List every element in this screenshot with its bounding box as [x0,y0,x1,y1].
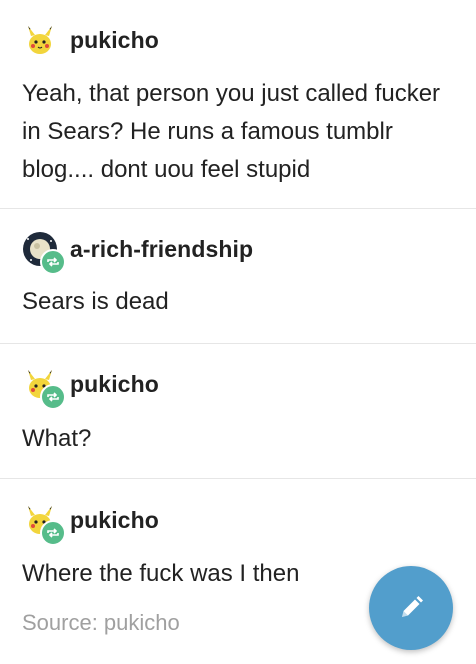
pencil-icon [402,596,423,617]
post-header: pukicho [22,502,159,546]
reblog-icon [40,384,66,410]
source-link[interactable]: Source: pukicho [22,610,180,636]
post-header: pukicho [22,366,159,410]
compose-button[interactable] [369,566,453,650]
divider [0,208,476,209]
pikachu-avatar-icon[interactable] [22,366,66,410]
post-header: pukicho [22,22,159,58]
pikachu-avatar-icon[interactable] [22,502,66,546]
username[interactable]: pukicho [70,27,159,54]
username[interactable]: pukicho [70,507,159,534]
pikachu-avatar-icon[interactable] [22,22,58,58]
divider [0,343,476,344]
post-header: a-rich-friendship [22,231,253,275]
post-text: What? [22,425,92,452]
post-text: Yeah, that person you just called fucker… [22,80,441,183]
reblog-icon [40,249,66,275]
planet-avatar-icon[interactable] [22,231,66,275]
post-text: Sears is dead [22,288,169,315]
divider [0,478,476,479]
username[interactable]: a-rich-friendship [70,236,253,263]
username[interactable]: pukicho [70,371,159,398]
reblog-icon [40,520,66,546]
